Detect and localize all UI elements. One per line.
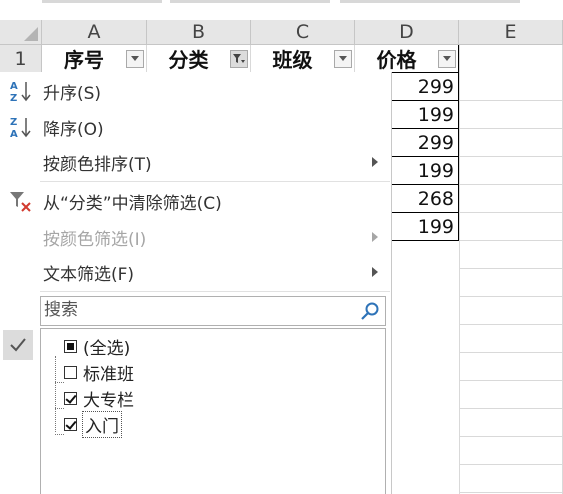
filter-funnel-icon [233,53,245,63]
column-header-a[interactable]: A [42,20,147,45]
header-label: 序号 [64,48,104,72]
header-cell-c[interactable]: 班级 [251,45,355,73]
search-input[interactable] [44,297,344,323]
checkbox[interactable] [64,391,77,405]
menu-item-sort-by-color[interactable]: 按颜色排序(T) [0,145,390,179]
search-icon[interactable] [360,301,380,321]
chevron-down-icon [131,56,139,61]
checkbox[interactable] [64,365,77,379]
price-cell[interactable]: 299 [392,129,459,157]
price-cell[interactable]: 199 [392,157,459,185]
menu-label: 文本筛选(F) [43,264,135,285]
checkbox[interactable] [64,339,77,353]
checkbox[interactable] [64,417,77,431]
chevron-right-icon [372,267,378,277]
filter-dropdown-button-c[interactable] [334,49,352,68]
chevron-right-icon [372,232,378,242]
chevron-down-icon [339,56,347,61]
menu-item-text-filter[interactable]: 文本筛选(F) [0,255,390,289]
menu-item-clear-filter[interactable]: 从“分类”中清除筛选(C) [0,184,390,218]
toolbar-strip [0,0,563,20]
filter-option[interactable]: 大专栏 [64,386,134,411]
chevron-right-icon [372,157,378,167]
column-header-c[interactable]: C [251,20,355,45]
filter-dropdown-button-d[interactable] [438,49,456,68]
menu-item-sort-ascending[interactable]: A Z 升序(S) [0,74,390,108]
row-header-1[interactable]: 1 [0,45,42,73]
clear-filter-icon [10,192,31,212]
header-cell-d[interactable]: 价格 [355,45,459,73]
filter-dropdown-button-a[interactable] [126,49,144,68]
header-cell-b[interactable]: 分类 [147,45,251,73]
option-label: 入门 [82,410,122,438]
sort-ascending-icon: A Z [10,81,31,104]
filter-active-button-b[interactable] [230,49,248,68]
header-label: 班级 [272,48,313,72]
column-header-b[interactable]: B [147,20,251,45]
menu-label: 从“分类”中清除筛选(C) [43,193,222,214]
chevron-down-icon [443,56,451,61]
menu-item-filter-by-color[interactable]: 按颜色筛选(I) [0,220,390,254]
filter-option[interactable]: 入门 [64,410,122,438]
menu-item-sort-descending[interactable]: Z A 降序(O) [0,110,390,144]
option-label: 大专栏 [83,390,134,411]
header-label: 分类 [168,48,209,72]
option-label: (全选) [83,338,131,359]
checkmark-icon [3,330,33,360]
svg-text:Z: Z [10,117,17,128]
filter-option-select-all[interactable]: (全选) [64,334,131,359]
price-cell[interactable]: 199 [392,213,459,241]
spreadsheet: A B C D E 1 序号 分类 班级 价格 299 199 299 199 … [0,0,563,494]
price-cell[interactable]: 199 [392,101,459,129]
column-header-d[interactable]: D [355,20,459,45]
sort-descending-icon: Z A [10,117,31,140]
menu-label: 降序(O) [43,119,104,140]
header-cell-a[interactable]: 序号 [42,45,147,73]
filter-option[interactable]: 标准班 [64,360,134,385]
menu-label: 升序(S) [43,83,102,104]
option-label: 标准班 [83,364,134,385]
autofilter-menu: A Z 升序(S) Z A 降序(O) 按颜色排序(T) 从“分类”中清除筛选(… [0,72,392,494]
menu-label: 按颜色排序(T) [43,154,152,175]
column-header-e[interactable]: E [459,20,563,45]
svg-text:Z: Z [10,93,17,104]
menu-label: 按颜色筛选(I) [43,229,147,250]
header-label: 价格 [376,48,417,72]
filter-search-box[interactable] [40,296,386,326]
select-all-corner[interactable] [0,20,42,45]
price-cell[interactable]: 268 [392,185,459,213]
svg-text:A: A [10,129,18,140]
svg-text:A: A [10,81,18,92]
price-cell[interactable]: 299 [392,73,459,101]
